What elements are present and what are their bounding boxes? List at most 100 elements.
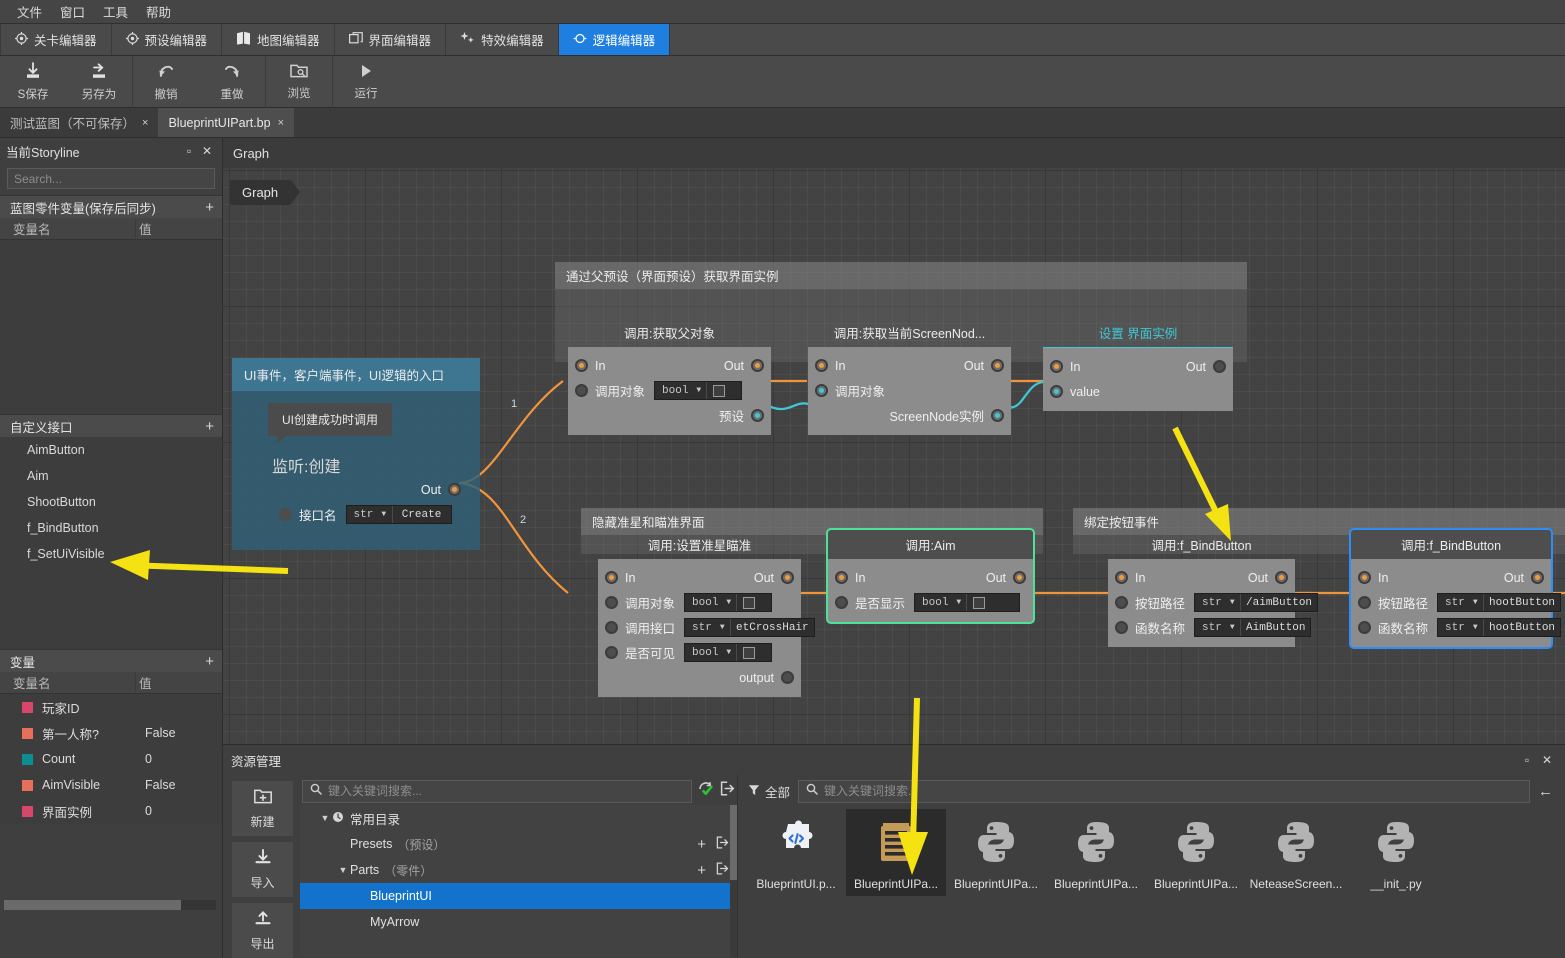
node-ui-event[interactable]: UI事件，客户端事件，UI逻辑的入口 UI创建成功时调用 监听:创建 Out 接…: [232, 358, 480, 550]
menu-item-tools[interactable]: 工具: [94, 0, 137, 24]
add-part-button[interactable]: +: [697, 862, 706, 879]
tree-row-parts[interactable]: ▼ Parts （零件） +: [300, 857, 737, 883]
section-custom-interfaces[interactable]: 自定义接口 +: [0, 414, 222, 437]
menu-item-window[interactable]: 窗口: [51, 0, 94, 24]
import-button[interactable]: 导入: [232, 842, 293, 897]
list-item-shootbutton[interactable]: ShootButton: [0, 489, 222, 515]
export-button[interactable]: 导出: [232, 903, 293, 958]
tree-scrollbar[interactable]: [730, 805, 737, 957]
node-get-parent-object[interactable]: 调用:获取父对象 In Out 调用对象 bool ▼ 预设: [568, 318, 771, 435]
param-pin[interactable]: [815, 384, 828, 397]
show-field[interactable]: bool ▼: [914, 593, 1021, 612]
out-exec-pin[interactable]: [991, 359, 1004, 372]
visible-field[interactable]: bool ▼: [684, 643, 773, 662]
menu-item-help[interactable]: 帮助: [137, 0, 180, 24]
scrollbar-thumb[interactable]: [4, 900, 181, 910]
tab-vfx-editor[interactable]: 特效编辑器: [446, 24, 559, 55]
file-item-blueprintui-p[interactable]: BlueprintUI.p...: [746, 809, 846, 896]
in-exec-pin[interactable]: [1050, 360, 1063, 373]
tree-row-myarrow[interactable]: MyArrow: [300, 909, 737, 935]
variable-row[interactable]: Count 0: [0, 746, 222, 772]
section-blueprint-vars[interactable]: 蓝图零件变量(保存后同步) +: [0, 195, 222, 218]
back-arrow-icon[interactable]: ←: [1538, 783, 1559, 800]
param-pin[interactable]: [605, 596, 618, 609]
in-exec-pin[interactable]: [575, 359, 588, 372]
menu-item-file[interactable]: 文件: [8, 0, 51, 24]
section-variables[interactable]: 变量 +: [0, 649, 222, 672]
out-exec-pin[interactable]: [448, 483, 461, 496]
param-pin[interactable]: [605, 646, 618, 659]
open-folder-external-icon[interactable]: [720, 781, 735, 801]
call-interface-value[interactable]: etCrossHair: [731, 619, 814, 636]
maximize-icon[interactable]: ▫: [1517, 751, 1537, 769]
variable-row[interactable]: 第一人称? False: [0, 720, 222, 746]
left-panel-scrollbar[interactable]: [4, 900, 216, 910]
node-call-aim[interactable]: 调用:Aim In Out 是否显示 bool ▼: [826, 528, 1035, 624]
type-selector[interactable]: bool ▼: [685, 644, 738, 661]
interface-name-field[interactable]: str ▼ Create: [345, 505, 452, 524]
button-path-value[interactable]: hootButton: [1484, 594, 1560, 611]
type-selector[interactable]: bool ▼: [685, 594, 738, 611]
out-exec-pin[interactable]: [1213, 360, 1226, 373]
function-name-value[interactable]: hootButton: [1484, 619, 1560, 636]
file-item-neteasescreen-py[interactable]: NeteaseScreen...: [1246, 809, 1346, 896]
file-item-blueprintuipart-bp[interactable]: BlueprintUIPa...: [846, 809, 946, 896]
out-data-pin[interactable]: [751, 409, 764, 422]
search-input[interactable]: [14, 171, 208, 186]
scrollbar-thumb[interactable]: [730, 805, 737, 880]
file-search-input[interactable]: [824, 784, 1522, 798]
close-icon[interactable]: ✕: [198, 142, 216, 160]
caret-down-icon[interactable]: ▼: [318, 813, 332, 823]
button-path-value[interactable]: /aimButton: [1241, 594, 1317, 611]
tree-row-blueprintui[interactable]: BlueprintUI: [300, 883, 737, 909]
node-get-current-screennode[interactable]: 调用:获取当前ScreenNod... In Out 调用对象 ScreenNo…: [808, 318, 1011, 435]
doc-tab-test-blueprint[interactable]: 测试蓝图（不可保存） ×: [0, 108, 158, 137]
list-item-f-setuivisible[interactable]: f_SetUiVisible: [0, 541, 222, 567]
type-selector[interactable]: bool ▼: [655, 382, 708, 399]
redo-button[interactable]: 重做: [199, 56, 265, 108]
call-object-field[interactable]: bool ▼: [654, 381, 743, 400]
interface-name-value[interactable]: Create: [393, 506, 451, 523]
bool-checkbox[interactable]: [973, 596, 986, 609]
out-data-pin[interactable]: [781, 671, 794, 684]
tab-level-editor[interactable]: 关卡编辑器: [0, 24, 112, 55]
param-pin[interactable]: [1115, 621, 1128, 634]
type-selector[interactable]: str ▼: [1438, 619, 1485, 636]
tree-row-presets[interactable]: Presets （预设） +: [300, 831, 737, 857]
function-name-field[interactable]: str ▼ AimButton: [1194, 618, 1312, 637]
doc-tab-blueprintuipart[interactable]: BlueprintUIPart.bp ×: [158, 108, 295, 137]
in-exec-pin[interactable]: [605, 571, 618, 584]
in-exec-pin[interactable]: [1358, 571, 1371, 584]
param-pin[interactable]: [605, 621, 618, 634]
run-button[interactable]: 运行: [333, 56, 399, 108]
open-folder-external-icon[interactable]: [716, 862, 729, 878]
out-exec-pin[interactable]: [781, 571, 794, 584]
file-item-blueprintuipart-py-3[interactable]: BlueprintUIPa...: [1146, 809, 1246, 896]
tab-map-editor[interactable]: 地图编辑器: [222, 24, 335, 55]
undo-button[interactable]: 撤销: [133, 56, 199, 108]
list-item-aimbutton[interactable]: AimButton: [0, 437, 222, 463]
type-selector[interactable]: str ▼: [1195, 619, 1242, 636]
param-pin[interactable]: [1358, 596, 1371, 609]
file-item-blueprintuipart-py-2[interactable]: BlueprintUIPa...: [1046, 809, 1146, 896]
resource-tree[interactable]: ▼ 常用目录 Presets （预设） + ▼ Parts （零件） + Blu…: [300, 805, 737, 957]
tree-search-box[interactable]: [302, 779, 692, 803]
node-listen-create[interactable]: 监听:创建 Out 接口名 str ▼ Create: [272, 453, 468, 536]
out-exec-pin[interactable]: [751, 359, 764, 372]
type-selector[interactable]: str ▼: [347, 506, 393, 523]
param-pin[interactable]: [1358, 621, 1371, 634]
tree-row-common-dir[interactable]: ▼ 常用目录: [300, 805, 737, 831]
call-interface-field[interactable]: str ▼ etCrossHair: [684, 618, 815, 637]
node-call-f-bindbutton-shoot[interactable]: 调用:f_BindButton In Out 按钮路径 str ▼ hootBu…: [1349, 528, 1562, 649]
close-icon[interactable]: ✕: [1537, 751, 1557, 769]
close-icon[interactable]: ×: [278, 117, 284, 129]
type-selector[interactable]: str ▼: [1438, 594, 1485, 611]
in-exec-pin[interactable]: [1115, 571, 1128, 584]
node-call-f-bindbutton-aim[interactable]: 调用:f_BindButton In Out 按钮路径 str ▼ /aimBu…: [1108, 530, 1319, 647]
param-pin[interactable]: [279, 508, 292, 521]
param-pin[interactable]: [1050, 385, 1063, 398]
in-exec-pin[interactable]: [835, 571, 848, 584]
out-exec-pin[interactable]: [1275, 571, 1288, 584]
save-button[interactable]: S保存: [0, 56, 66, 108]
variable-row[interactable]: 界面实例 0: [0, 798, 222, 824]
